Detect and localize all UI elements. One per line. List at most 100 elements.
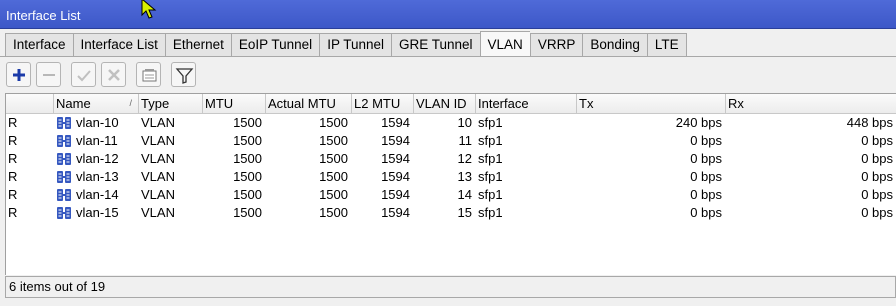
note-icon (142, 69, 157, 82)
col-flag-cell: R (8, 187, 18, 202)
col-actual-mtu-cell: 1500 (319, 115, 348, 130)
tab-lte[interactable]: LTE (646, 33, 687, 57)
col-interface-cell: sfp1 (478, 151, 503, 166)
col-tx-cell: 0 bps (690, 187, 722, 202)
header-label: Type (141, 96, 170, 111)
header-label: Interface (478, 96, 529, 111)
table-row[interactable]: Rvlan-13 VLAN 1500 1500 1594 13 sfp1 0 bps 0 bps (6, 168, 896, 186)
filter-icon (175, 68, 194, 84)
col-vlan-id-cell: 14 (457, 187, 472, 202)
col-mtu-cell: 1500 (233, 115, 262, 130)
tab-vrrp[interactable]: VRRP (529, 33, 583, 57)
tab-vlan[interactable]: VLAN (479, 31, 530, 57)
col-type-cell: VLAN (141, 133, 175, 148)
table-header: Name / Type MTU Actual MTU L2 MTU VLAN ID Inter… (6, 94, 896, 114)
tab-bar: Interface Interface List Ethernet EoIP Tunn… (0, 29, 896, 57)
window-title: Interface List (6, 8, 81, 23)
table-row[interactable]: Rvlan-10 VLAN 1500 1500 1594 10 sfp1 240 bps 448… (6, 114, 896, 132)
col-vlan-id-header[interactable]: VLAN ID (414, 94, 476, 113)
tab-eoip-tunnel[interactable]: EoIP Tunnel (230, 33, 320, 57)
col-interface-cell: sfp1 (478, 169, 503, 184)
col-l2-mtu-cell: 1594 (381, 205, 410, 220)
tab-interface-list[interactable]: Interface List (72, 33, 165, 57)
interface-name: vlan-14 (76, 187, 119, 202)
col-tx-cell: 0 bps (690, 205, 722, 220)
disable-button[interactable] (101, 62, 126, 87)
col-interface-cell: sfp1 (478, 205, 503, 220)
col-name-cell: vlan-14 (54, 186, 139, 204)
col-type-header[interactable]: Type (139, 94, 203, 113)
tab-bonding[interactable]: Bonding (582, 33, 647, 57)
col-type-cell: VLAN (141, 187, 175, 202)
col-mtu-cell: 1500 (233, 187, 262, 202)
col-flag-cell: R (8, 133, 18, 148)
vlan-icon (57, 207, 71, 219)
tab-ethernet[interactable]: Ethernet (164, 33, 231, 57)
col-l2-mtu-cell: 1594 (381, 133, 410, 148)
vlan-table: Name / Type MTU Actual MTU L2 MTU VLAN ID Inter… (5, 93, 896, 275)
vlan-icon (57, 171, 71, 183)
table-row[interactable]: Rvlan-14 VLAN 1500 1500 1594 14 sfp1 0 bps 0 bps (6, 186, 896, 204)
col-tx-cell: 0 bps (690, 133, 722, 148)
interface-name: vlan-12 (76, 151, 119, 166)
col-vlan-id-cell: 13 (457, 169, 472, 184)
header-label: MTU (205, 96, 234, 111)
tab-interface[interactable]: Interface (5, 33, 73, 57)
col-flag-cell: R (8, 151, 18, 166)
col-rx-header[interactable]: Rx (726, 94, 896, 113)
col-rx-cell: 448 bps (846, 115, 893, 130)
header-label: Name (56, 96, 91, 111)
window-titlebar[interactable]: Interface List (0, 0, 896, 29)
col-l2-mtu-cell: 1594 (381, 187, 410, 202)
table-row[interactable]: Rvlan-15 VLAN 1500 1500 1594 15 sfp1 0 bps 0 bps (6, 204, 896, 222)
col-l2-mtu-cell: 1594 (381, 151, 410, 166)
plus-icon (13, 69, 25, 81)
col-type-cell: VLAN (141, 115, 175, 130)
col-rx-cell: 0 bps (861, 151, 893, 166)
col-flag-cell: R (8, 169, 18, 184)
interface-name: vlan-13 (76, 169, 119, 184)
col-name-header[interactable]: Name / (54, 94, 139, 113)
col-rx-cell: 0 bps (861, 205, 893, 220)
col-mtu-header[interactable]: MTU (203, 94, 266, 113)
toolbar (0, 58, 896, 92)
col-tx-header[interactable]: Tx (577, 94, 726, 113)
table-row[interactable]: Rvlan-12 VLAN 1500 1500 1594 12 sfp1 0 bps 0 bps (6, 150, 896, 168)
col-type-cell: VLAN (141, 205, 175, 220)
add-button[interactable] (6, 62, 31, 87)
tab-ip-tunnel[interactable]: IP Tunnel (319, 33, 391, 57)
col-l2-mtu-header[interactable]: L2 MTU (352, 94, 414, 113)
col-interface-cell: sfp1 (478, 115, 503, 130)
col-flag-cell: R (8, 115, 18, 130)
check-icon (77, 70, 91, 82)
col-vlan-id-cell: 10 (457, 115, 472, 130)
vlan-icon (57, 117, 71, 129)
filter-button[interactable] (171, 62, 196, 87)
col-l2-mtu-cell: 1594 (381, 115, 410, 130)
tab-gre-tunnel[interactable]: GRE Tunnel (390, 33, 480, 57)
col-mtu-cell: 1500 (233, 205, 262, 220)
col-name-cell: vlan-13 (54, 168, 139, 186)
col-vlan-id-cell: 15 (457, 205, 472, 220)
col-actual-mtu-cell: 1500 (319, 169, 348, 184)
interface-name: vlan-10 (76, 115, 119, 130)
col-rx-cell: 0 bps (861, 169, 893, 184)
comment-button[interactable] (136, 62, 161, 87)
col-mtu-cell: 1500 (233, 169, 262, 184)
remove-button[interactable] (36, 62, 61, 87)
table-row[interactable]: Rvlan-11 VLAN 1500 1500 1594 11 sfp1 0 bps 0 bps (6, 132, 896, 150)
col-name-cell: vlan-15 (54, 204, 139, 222)
col-rx-cell: 0 bps (861, 133, 893, 148)
col-actual-mtu-cell: 1500 (319, 187, 348, 202)
col-actual-mtu-header[interactable]: Actual MTU (266, 94, 352, 113)
col-actual-mtu-cell: 1500 (319, 151, 348, 166)
header-label: VLAN ID (416, 96, 467, 111)
enable-button[interactable] (71, 62, 96, 87)
col-interface-header[interactable]: Interface (476, 94, 577, 113)
header-label: Rx (728, 96, 744, 111)
col-type-cell: VLAN (141, 151, 175, 166)
tab-divider (0, 56, 896, 57)
sort-indicator-icon: / (129, 98, 132, 108)
col-rx-cell: 0 bps (861, 187, 893, 202)
col-flag-header[interactable] (6, 94, 54, 113)
